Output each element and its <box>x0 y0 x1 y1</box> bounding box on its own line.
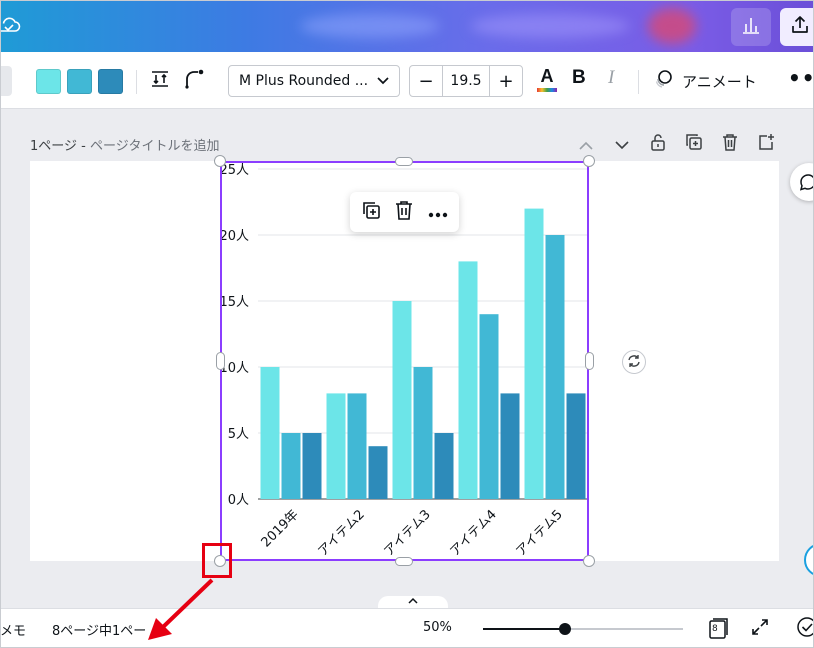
pointer-arrow-overlay <box>148 578 214 640</box>
red-arrow <box>148 578 214 640</box>
